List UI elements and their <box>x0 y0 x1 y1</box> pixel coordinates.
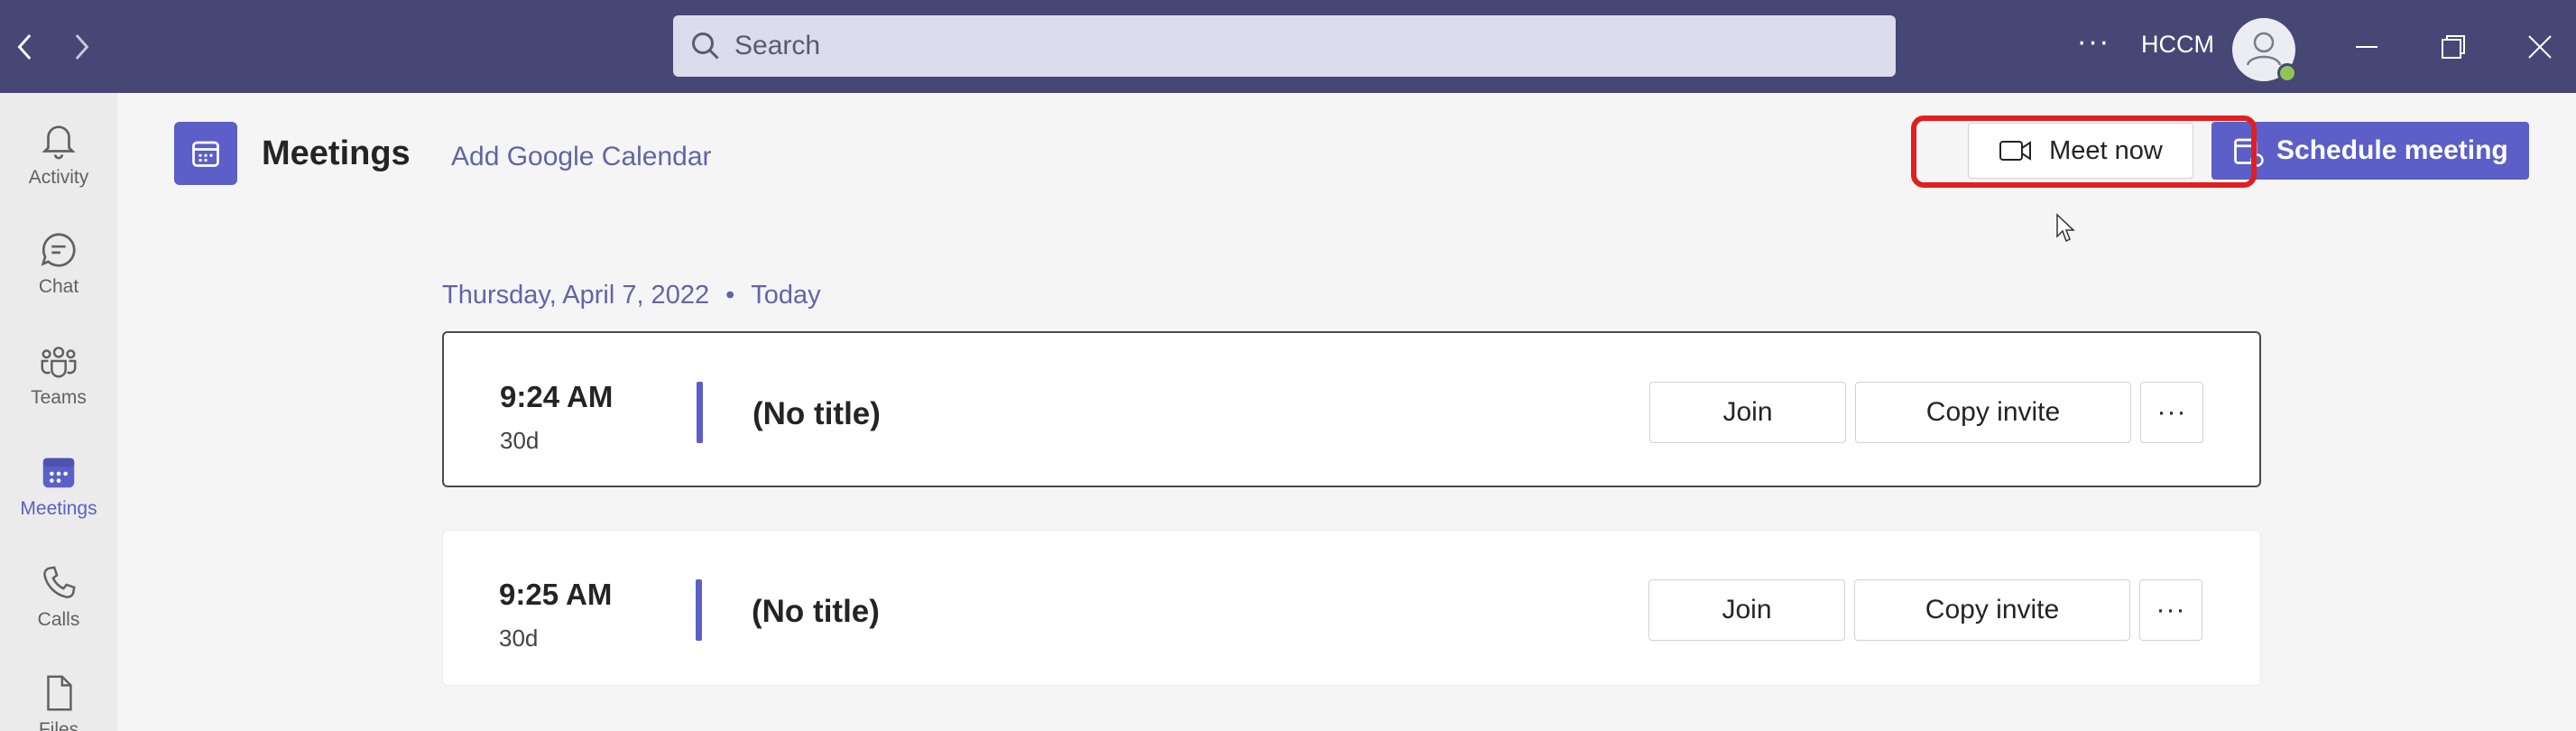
title-bar: Search ··· HCCM <box>0 0 2576 93</box>
search-input[interactable]: Search <box>673 15 1896 77</box>
meeting-card[interactable]: 9:25 AM 30d (No title) Join Copy invite … <box>442 530 2261 686</box>
rail-label: Chat <box>38 276 79 297</box>
copy-invite-button[interactable]: Copy invite <box>1855 382 2131 443</box>
meeting-accent-bar <box>696 579 702 641</box>
rail-label: Files <box>38 719 79 731</box>
rail-item-calls[interactable]: Calls <box>0 544 117 643</box>
search-icon <box>692 32 719 60</box>
forward-arrow-icon[interactable] <box>63 25 99 69</box>
teams-icon <box>41 347 77 378</box>
chat-icon <box>41 233 76 267</box>
today-label: Today <box>751 281 821 310</box>
rail-item-teams[interactable]: Teams <box>0 322 117 421</box>
date-header: Thursday, April 7, 2022 • Today <box>442 281 821 310</box>
calendar-add-icon <box>2234 138 2264 167</box>
page-title: Meetings <box>262 134 411 172</box>
rail-label: Meetings <box>20 498 97 519</box>
phone-icon <box>43 566 76 598</box>
more-options-icon[interactable]: ··· <box>2139 579 2202 641</box>
avatar[interactable] <box>2232 18 2297 83</box>
rail-item-files[interactable]: Files <box>0 654 117 731</box>
date-separator: • <box>725 281 735 310</box>
meet-now-label: Meet now <box>2049 135 2163 165</box>
file-icon <box>47 675 72 711</box>
close-icon[interactable] <box>2513 22 2567 72</box>
video-camera-icon <box>1999 141 2032 161</box>
minimize-icon[interactable] <box>2340 22 2394 72</box>
search-placeholder: Search <box>734 31 821 60</box>
schedule-meeting-button[interactable]: Schedule meeting <box>2211 122 2529 180</box>
calendar-icon <box>42 458 75 488</box>
join-button[interactable]: Join <box>1649 382 1846 443</box>
meeting-title: (No title) <box>752 594 880 629</box>
rail-label: Activity <box>28 167 89 188</box>
calendar-icon <box>192 141 219 167</box>
rail-item-activity[interactable]: Activity <box>0 102 117 201</box>
org-label: HCCM <box>2141 31 2214 58</box>
meeting-card[interactable]: 9:24 AM 30d (No title) Join Copy invite … <box>442 331 2261 487</box>
rail-item-chat[interactable]: Chat <box>0 211 117 310</box>
app-rail: Activity Chat Teams Meetings Calls Files <box>0 93 117 731</box>
bell-icon <box>42 125 76 160</box>
more-options-icon[interactable]: ··· <box>2140 382 2203 443</box>
copy-invite-button[interactable]: Copy invite <box>1854 579 2130 641</box>
mouse-cursor-icon <box>2056 213 2075 243</box>
schedule-meeting-label: Schedule meeting <box>2276 135 2508 165</box>
meeting-duration: 30d <box>500 427 540 454</box>
meet-now-button[interactable]: Meet now <box>1968 123 2193 179</box>
add-google-calendar-link[interactable]: Add Google Calendar <box>451 142 712 172</box>
meetings-app-icon <box>174 122 237 185</box>
restore-icon[interactable] <box>2426 22 2480 72</box>
join-button[interactable]: Join <box>1648 579 1845 641</box>
rail-label: Calls <box>37 609 80 630</box>
date-label: Thursday, April 7, 2022 <box>442 281 710 310</box>
rail-item-meetings[interactable]: Meetings <box>0 433 117 532</box>
meeting-title: (No title) <box>752 396 881 431</box>
meeting-time: 9:24 AM <box>500 380 614 413</box>
more-options-icon[interactable]: ··· <box>2073 25 2113 65</box>
rail-label: Teams <box>31 387 87 408</box>
meeting-accent-bar <box>697 382 703 443</box>
back-arrow-icon[interactable] <box>7 25 43 69</box>
meeting-duration: 30d <box>499 625 539 652</box>
meeting-time: 9:25 AM <box>499 578 613 611</box>
presence-badge <box>2277 63 2297 83</box>
